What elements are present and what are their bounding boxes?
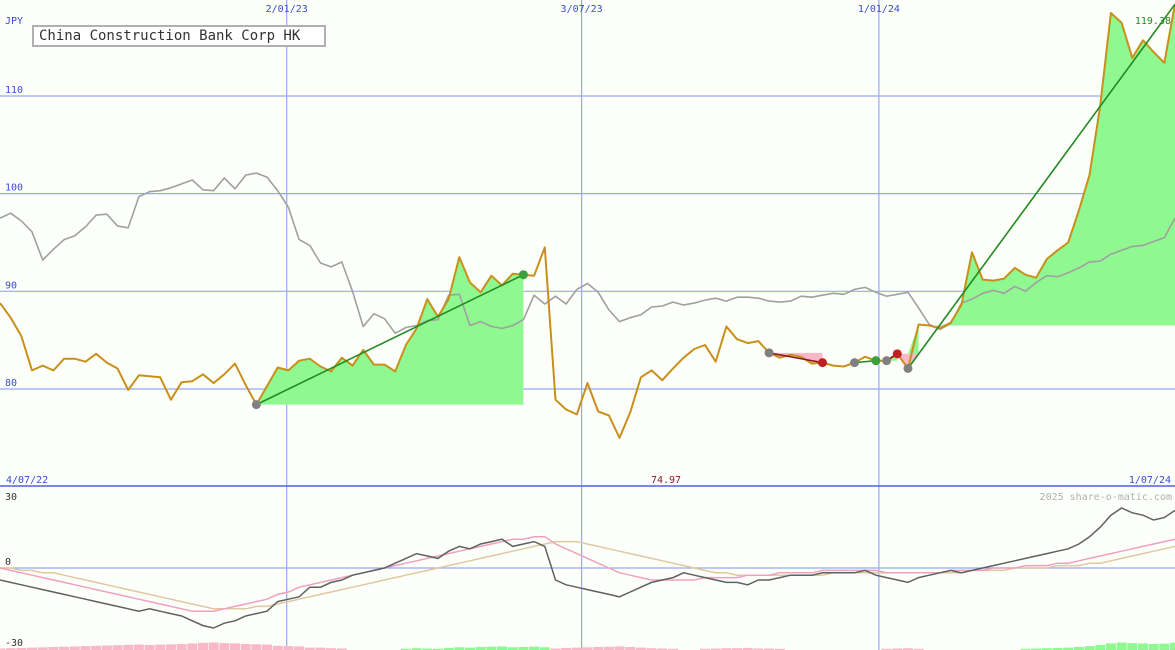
histogram-bar bbox=[219, 643, 230, 650]
histogram-bar bbox=[112, 645, 123, 650]
entry-marker bbox=[850, 358, 860, 368]
histogram-bar bbox=[1105, 643, 1116, 650]
histogram-bar bbox=[208, 642, 219, 650]
histogram-bar bbox=[1095, 644, 1106, 650]
end-date-label: 1/07/24 bbox=[1129, 475, 1171, 486]
y-tick-label: 80 bbox=[5, 378, 17, 389]
histogram-bar bbox=[1137, 643, 1148, 650]
y-tick-label: 90 bbox=[5, 280, 17, 291]
entry-marker bbox=[251, 400, 261, 410]
oscillator-tick-label: -30 bbox=[5, 638, 23, 649]
chart-title: China Construction Bank Corp HK bbox=[32, 25, 326, 47]
histogram-bar bbox=[155, 644, 166, 650]
histogram-bar bbox=[240, 644, 251, 650]
loss-fill bbox=[929, 325, 1175, 329]
start-date-label: 4/07/22 bbox=[6, 475, 48, 486]
min-value-label: 74.97 bbox=[651, 475, 681, 486]
entry-marker bbox=[764, 348, 774, 358]
histogram-bar bbox=[497, 646, 508, 650]
entry-marker bbox=[903, 363, 913, 373]
oscillator-tick-label: 0 bbox=[5, 557, 11, 568]
series-lines bbox=[0, 4, 1175, 439]
price-line bbox=[0, 4, 1175, 439]
price-chart: 30 0 -30 2025 share-o-matic.com 80 90 100 110 2… bbox=[0, 0, 1175, 650]
histogram-bar bbox=[1148, 644, 1159, 650]
histogram-bar bbox=[251, 644, 262, 650]
histogram-bar bbox=[294, 646, 305, 650]
histogram-bar bbox=[272, 645, 283, 650]
histogram-bar bbox=[91, 645, 102, 650]
exit-marker bbox=[818, 358, 827, 368]
histogram-bar bbox=[101, 645, 112, 650]
oscillator-tick-label: 30 bbox=[5, 492, 17, 503]
oscillator-panel: 30 0 -30 2025 share-o-matic.com bbox=[0, 492, 1175, 650]
y-tick-label: 110 bbox=[5, 85, 23, 96]
exit-marker bbox=[892, 349, 902, 359]
histogram-bar bbox=[614, 646, 625, 650]
entry-marker bbox=[882, 356, 892, 366]
gain-fill bbox=[256, 257, 524, 405]
histogram-bar bbox=[187, 643, 198, 650]
last-value-label: 119.38 bbox=[1135, 16, 1171, 27]
histogram-bar bbox=[123, 644, 134, 650]
histogram-bar bbox=[80, 646, 91, 650]
y-tick-label: 100 bbox=[5, 183, 23, 194]
watermark-text: 2025 share-o-matic.com bbox=[1040, 492, 1172, 503]
histogram-bar bbox=[1159, 643, 1170, 650]
histogram-bar bbox=[1084, 646, 1095, 650]
x-tick-label: 3/07/23 bbox=[561, 4, 603, 15]
histogram-bar bbox=[283, 646, 294, 650]
histogram-bar bbox=[176, 644, 187, 650]
histogram-bar bbox=[69, 646, 80, 650]
histogram-bar bbox=[1170, 642, 1175, 650]
currency-label: JPY bbox=[5, 16, 23, 27]
histogram-bar bbox=[197, 642, 208, 650]
exit-marker bbox=[518, 270, 528, 280]
x-tick-label: 1/01/24 bbox=[858, 4, 900, 15]
histogram-bar bbox=[1127, 643, 1138, 650]
gain-loss-fills bbox=[256, 4, 1175, 405]
histogram-bar bbox=[262, 644, 273, 650]
histogram-bar bbox=[165, 644, 176, 650]
exit-marker bbox=[871, 356, 881, 366]
histogram-bar bbox=[1116, 642, 1127, 650]
x-tick-label: 2/01/23 bbox=[266, 4, 308, 15]
histogram-bar bbox=[144, 644, 155, 650]
histogram-bar bbox=[230, 643, 240, 650]
axis-labels: 80 90 100 110 2/01/23 3/07/23 1/01/24 119.38 JPY… bbox=[5, 4, 1171, 486]
oscillator-signal-long-line bbox=[0, 540, 1175, 610]
trend-lines bbox=[256, 3, 1175, 406]
histogram-bar bbox=[133, 644, 144, 650]
